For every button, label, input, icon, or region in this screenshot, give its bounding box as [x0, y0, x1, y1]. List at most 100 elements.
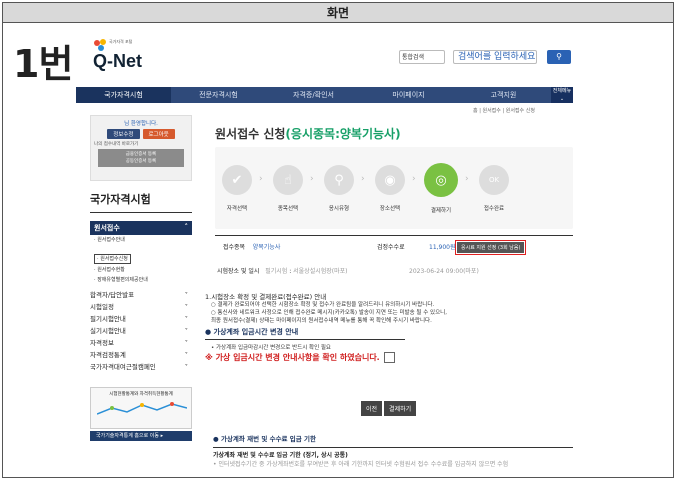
search-input[interactable]: 검색어를 입력하세요 — [453, 50, 537, 64]
lnb-menu-label: 국가자격대여근절캠페인 — [90, 363, 156, 371]
step-label: 자격선택 — [226, 206, 248, 212]
notice-line: 최종 원서접수(결제) 상태는 마이페이지의 원서접수내역 메뉴를 통해 꼭 확… — [211, 318, 432, 324]
exam-site-row: 시험장소 및 일시 필기시험 : 서울상설시험장(마포) 2023-06-24 … — [217, 268, 479, 275]
search-icon: ⚲ — [556, 52, 562, 61]
vaccount-section-title: ● 가상계좌 입금시간 변경 안내 — [205, 328, 299, 336]
fee-support-label: 응시료 지원 선정 (3회 남음) — [457, 242, 525, 253]
chevron-right-icon: › — [465, 174, 469, 184]
notice-line: ○ 결제가 완료되어야 선택한 시험장소 확정 및 접수가 완료됨을 알려드리니… — [211, 302, 435, 308]
logo-brand: Q-Net — [93, 51, 142, 71]
site-label: 시험장소 및 일시 — [217, 268, 260, 275]
gnb-item-professional[interactable]: 전문자격시험 — [171, 90, 266, 100]
step-4: ◉ 장소선택 — [370, 165, 410, 212]
lnb-menu-label: 필기시험안내 — [90, 315, 126, 323]
chevron-right-icon: › — [412, 174, 416, 184]
page-title: 원서접수 신청(응시종목:양복기능사) — [215, 125, 575, 142]
joint-cert-link[interactable]: 공동인증서 등록 — [98, 158, 184, 165]
confirm-checkbox[interactable] — [383, 352, 395, 363]
lnb-menu-campaign[interactable]: 국가자격대여근절캠페인 ˅ — [90, 361, 192, 373]
chevron-down-icon: ˅ — [184, 339, 188, 347]
chevron-down-icon: ˅ — [184, 291, 188, 299]
payment-icon: ◎ — [424, 163, 458, 197]
page-title-highlight: (응시종목:양복기능사) — [285, 127, 401, 141]
stats-home-button[interactable]: 국가기술자격통계 홈으로 이동 ▸ — [90, 431, 192, 441]
step-label: 종목선택 — [277, 206, 299, 212]
lnb-menu-label: 자격정보 — [90, 339, 114, 347]
lnb-sub-label: 장애유형별편의제공안내 — [97, 277, 148, 283]
breadcrumb: 홈 | 원서접수 | 원서접수 신청 — [473, 108, 535, 114]
item-label: 접수종목 — [223, 244, 246, 251]
step-1: ✔ 자격선택 — [217, 165, 257, 212]
lnb-active-label: 원서접수 — [94, 224, 120, 232]
step-label: 결제하기 — [430, 208, 452, 214]
step-5-current: ◎ 결제하기 — [421, 163, 461, 214]
cert-register-links[interactable]: 금융인증서 등록 공동인증서 등록 — [98, 149, 184, 167]
search-scope-select[interactable]: 통합검색 — [399, 50, 445, 64]
lnb-sub-label: 원서접수신청 — [100, 256, 128, 262]
hand-icon: ☝ — [273, 165, 303, 195]
deadline-line: 가상계좌 재번 및 수수료 입금 기한 (정기, 상시 공통) — [213, 452, 348, 459]
lnb-menu-label: 합격자/답안발표 — [90, 291, 135, 299]
confirm-label: ※ 가상 입금시간 변경 안내사항을 확인 하였습니다. — [205, 352, 380, 362]
deadline-heading-label: 가상계좌 재번 및 수수료 입금 기한 — [220, 435, 316, 443]
lnb-sub-disability[interactable]: · 장애유형별편의제공안내 — [94, 275, 192, 285]
action-buttons: 이전 결제하기 — [361, 401, 417, 416]
chevron-up-icon: ˄ — [184, 223, 189, 231]
chevron-down-icon: ˅ — [184, 303, 188, 311]
lnb-sub-status[interactable]: · 원서접수현황 — [94, 265, 192, 275]
notice-line: ○ 통신사와 네트워크 사정으로 인해 접수완료 메시지(카카오톡) 발송이 지… — [211, 310, 447, 316]
lnb-sub-apply[interactable]: · 원서접수신청 — [94, 254, 131, 264]
qnet-logo[interactable]: 국가자격 포털 Q-Net — [89, 37, 149, 73]
left-nav: 님 환영합니다. 정보수정 로그아웃 나의 접수내역 바로가기 금융인증서 등록… — [90, 115, 192, 441]
stats-home-label: 국가기술자격통계 홈으로 이동 — [96, 433, 159, 439]
step-label: 응시유형 — [328, 206, 350, 212]
lnb-active-menu[interactable]: 원서접수 ˄ — [90, 221, 192, 235]
main-content: 원서접수 신청(응시종목:양복기능사) ✔ 자격선택 › ☝ 종목선택 › ⚲ 응시유… — [215, 125, 575, 275]
recent-history-link[interactable]: 나의 접수내역 바로가기 — [94, 141, 188, 147]
lnb-menu-results[interactable]: 합격자/답안발표 ˅ — [90, 289, 192, 301]
screenshot-frame: 화면 1번 국가자격 포털 Q-Net 통합검색 검색어를 입력하세요 ⚲ 국가… — [2, 2, 674, 478]
site-type: 필기시험 — [265, 268, 288, 275]
notice-heading: 1.시험장소 확정 및 결제완료(접수완료) 안내 — [205, 293, 327, 301]
lnb-menu-stats[interactable]: 자격검정통계 ˅ — [90, 349, 192, 361]
notice-section: 1.시험장소 확정 및 결제완료(접수완료) 안내 ○ 결제가 완료되어야 선택… — [205, 293, 575, 363]
fee-label: 검정수수료 — [377, 244, 405, 251]
chevron-down-icon: ˅ — [184, 351, 188, 359]
chevron-down-icon: ⌄ — [559, 96, 565, 102]
prev-button[interactable]: 이전 — [361, 401, 383, 416]
deadline-heading: ● 가상계좌 재번 및 수수료 입금 기한 — [213, 435, 316, 443]
step-label: 접수완료 — [483, 206, 505, 212]
location-icon: ◉ — [375, 165, 405, 195]
site-value: 서울상설시험장(마포) — [293, 268, 348, 275]
lnb-menu-practical[interactable]: 실기시험안내 ˅ — [90, 325, 192, 337]
finance-cert-link[interactable]: 금융인증서 등록 — [98, 151, 184, 158]
gnb-item-support[interactable]: 고객지원 — [456, 90, 551, 100]
search-button[interactable]: ⚲ — [547, 50, 571, 64]
global-nav: 국가자격시험 전문자격시험 자격증/확인서 마이페이지 고객지원 전체메뉴 ⌄ — [76, 87, 573, 103]
step-3: ⚲ 응시유형 — [319, 165, 359, 212]
logo-tagline: 국가자격 포털 — [109, 39, 133, 44]
progress-steps: ✔ 자격선택 › ☝ 종목선택 › ⚲ 응시유형 › ◉ 장소선택 › ◎ 결제하기 › … — [215, 147, 573, 229]
lnb-title: 국가자격시험 — [90, 191, 192, 213]
logout-button[interactable]: 로그아웃 — [142, 129, 175, 139]
all-menu-button[interactable]: 전체메뉴 ⌄ — [551, 87, 573, 103]
lnb-sub-label: 원서접수안내 — [97, 237, 125, 243]
confirm-row: ※ 가상 입금시간 변경 안내사항을 확인 하였습니다. — [205, 352, 575, 363]
step-number: 1번 — [13, 42, 73, 86]
vaccount-text: • 가상계좌 입금마감시간 변경으로 반드시 확인 필요 — [211, 345, 331, 351]
gnb-item-mypage[interactable]: 마이페이지 — [361, 90, 456, 100]
lnb-sub-guide[interactable]: · 원서접수안내 — [94, 235, 192, 245]
fee-support-button[interactable]: 응시료 지원 선정 (3회 남음) — [455, 240, 527, 255]
step-2: ☝ 종목선택 — [268, 165, 308, 212]
lnb-menu-written[interactable]: 필기시험안내 ˅ — [90, 313, 192, 325]
lnb-menu-qualinfo[interactable]: 자격정보 ˅ — [90, 337, 192, 349]
gnb-item-certificate[interactable]: 자격증/확인서 — [266, 90, 361, 100]
edit-info-button[interactable]: 정보수정 — [107, 129, 140, 139]
gnb-item-national[interactable]: 국가자격시험 — [76, 87, 171, 103]
lnb-menu-label: 자격검정통계 — [90, 351, 126, 359]
lnb-menu-schedule[interactable]: 시험일정 ˅ — [90, 301, 192, 313]
deadline-line: • 인터넷접수기간 중 가상계좌번호를 부여받은 후 아래 기한까지 인터넷 수… — [213, 461, 509, 468]
stats-banner[interactable]: 시험현황통계와 자격취득현황통계 — [90, 387, 192, 429]
search-bar: 통합검색 검색어를 입력하세요 ⚲ — [399, 50, 571, 64]
pay-button[interactable]: 결제하기 — [384, 401, 417, 416]
